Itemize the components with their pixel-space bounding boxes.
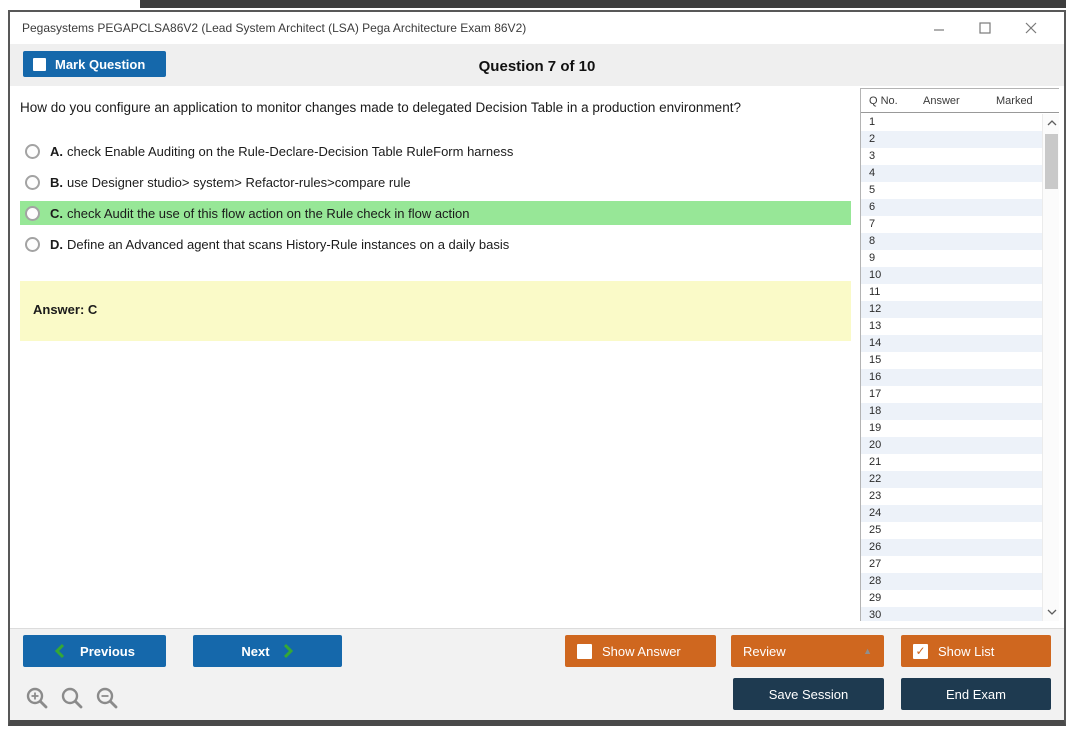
answer-box: Answer: C [20, 281, 851, 341]
column-q-no: Q No. [869, 95, 898, 107]
next-label: Next [241, 643, 270, 659]
question-list-row[interactable]: 26 [861, 539, 1042, 556]
question-list-row[interactable]: 20 [861, 437, 1042, 454]
options-list: A. check Enable Auditing on the Rule-Decl… [20, 139, 851, 263]
question-list-row[interactable]: 18 [861, 403, 1042, 420]
review-dropdown[interactable]: Review ▲ [731, 635, 884, 667]
question-list-row[interactable]: 29 [861, 590, 1042, 607]
previous-label: Previous [80, 643, 135, 659]
question-list-header: Q No. Answer Marked [861, 89, 1059, 113]
show-list-button[interactable]: ✓ Show List [901, 635, 1051, 667]
next-button[interactable]: Next [193, 635, 342, 667]
question-list-row[interactable]: 6 [861, 199, 1042, 216]
window-controls [916, 12, 1054, 44]
show-list-label: Show List [938, 643, 995, 659]
option-a[interactable]: A. check Enable Auditing on the Rule-Decl… [20, 139, 851, 163]
answer-label: Answer: C [33, 302, 98, 317]
end-exam-label: End Exam [946, 686, 1006, 702]
scroll-down-button[interactable] [1043, 604, 1060, 620]
minimize-button[interactable] [916, 12, 962, 44]
background-window-strip [140, 0, 1066, 8]
zoom-toolbar [25, 686, 121, 714]
window-title: Pegasystems PEGAPCLSA86V2 (Lead System A… [22, 21, 527, 35]
question-text: How do you configure an application to m… [20, 100, 741, 115]
close-button[interactable] [1008, 12, 1054, 44]
question-list-row[interactable]: 3 [861, 148, 1042, 165]
save-session-label: Save Session [768, 686, 849, 702]
previous-button[interactable]: Previous [23, 635, 166, 667]
option-text: B. use Designer studio> system> Refactor-… [50, 174, 411, 190]
question-counter: Question 7 of 10 [478, 58, 596, 75]
show-answer-label: Show Answer [602, 643, 681, 659]
chevron-up-icon [1047, 120, 1056, 126]
chevron-left-icon [54, 643, 65, 659]
check-icon: ✓ [915, 644, 926, 658]
question-list-row[interactable]: 15 [861, 352, 1042, 369]
radio-icon[interactable] [25, 205, 40, 221]
zoom-reset-icon[interactable] [60, 686, 86, 714]
option-b[interactable]: B. use Designer studio> system> Refactor-… [20, 170, 851, 194]
question-list-row[interactable]: 28 [861, 573, 1042, 590]
question-list-row[interactable]: 25 [861, 522, 1042, 539]
question-list: 1 2 3 4 5 6 7 8 9 10 11 12 13 14 15 16 17 18 19 20 21 22 23 24 2… [861, 114, 1042, 621]
question-list-row[interactable]: 11 [861, 284, 1042, 301]
column-answer: Answer [923, 95, 960, 107]
chevron-right-icon [283, 643, 293, 659]
review-label: Review [743, 643, 786, 659]
question-list-row[interactable]: 30 [861, 607, 1042, 621]
question-list-row[interactable]: 4 [861, 165, 1042, 182]
save-session-button[interactable]: Save Session [733, 678, 884, 710]
show-answer-button[interactable]: Show Answer [565, 635, 716, 667]
question-list-row[interactable]: 2 [861, 131, 1042, 148]
radio-icon[interactable] [25, 174, 40, 190]
question-list-panel: Q No. Answer Marked 1 2 3 4 5 6 7 8 9 10 11 12 13 14 1… [860, 88, 1059, 621]
option-text: A. check Enable Auditing on the Rule-Decl… [50, 143, 514, 159]
question-list-row[interactable]: 10 [861, 267, 1042, 284]
option-c[interactable]: C. check Audit the use of this flow actio… [20, 201, 851, 225]
question-list-row[interactable]: 9 [861, 250, 1042, 267]
option-text: C. check Audit the use of this flow actio… [50, 205, 470, 221]
scrollbar-thumb[interactable] [1045, 134, 1058, 189]
question-list-row[interactable]: 5 [861, 182, 1042, 199]
chevron-down-icon [1047, 609, 1056, 615]
question-list-row[interactable]: 23 [861, 488, 1042, 505]
show-list-checkbox[interactable]: ✓ [913, 643, 928, 659]
header-strip: Mark Question Question 7 of 10 [10, 44, 1064, 86]
question-list-row[interactable]: 8 [861, 233, 1042, 250]
radio-icon[interactable] [25, 236, 40, 252]
question-list-row[interactable]: 1 [861, 114, 1042, 131]
zoom-in-icon[interactable] [25, 686, 51, 714]
radio-icon[interactable] [25, 143, 40, 159]
column-marked: Marked [996, 95, 1033, 107]
question-list-row[interactable]: 19 [861, 420, 1042, 437]
question-list-row[interactable]: 12 [861, 301, 1042, 318]
close-icon [1025, 22, 1037, 34]
caret-up-icon: ▲ [863, 646, 872, 656]
maximize-button[interactable] [962, 12, 1008, 44]
titlebar: Pegasystems PEGAPCLSA86V2 (Lead System A… [10, 12, 1064, 44]
question-list-row[interactable]: 27 [861, 556, 1042, 573]
option-d[interactable]: D. Define an Advanced agent that scans Hi… [20, 232, 851, 256]
show-answer-checkbox[interactable] [577, 643, 592, 659]
question-list-row[interactable]: 21 [861, 454, 1042, 471]
end-exam-button[interactable]: End Exam [901, 678, 1051, 710]
option-text: D. Define an Advanced agent that scans Hi… [50, 236, 510, 252]
question-list-scrollbar[interactable] [1042, 114, 1059, 621]
question-list-row[interactable]: 14 [861, 335, 1042, 352]
question-list-row[interactable]: 22 [861, 471, 1042, 488]
question-list-row[interactable]: 7 [861, 216, 1042, 233]
exam-window: Pegasystems PEGAPCLSA86V2 (Lead System A… [8, 10, 1066, 726]
question-list-row[interactable]: 17 [861, 386, 1042, 403]
question-list-row[interactable]: 16 [861, 369, 1042, 386]
maximize-icon [979, 22, 991, 34]
footer-bar: Previous Next Show Answer Review ▲ ✓ Sho… [10, 628, 1064, 720]
minimize-icon [934, 29, 944, 31]
question-list-row[interactable]: 13 [861, 318, 1042, 335]
scroll-up-button[interactable] [1043, 115, 1060, 131]
zoom-out-icon[interactable] [95, 686, 121, 714]
question-list-row[interactable]: 24 [861, 505, 1042, 522]
